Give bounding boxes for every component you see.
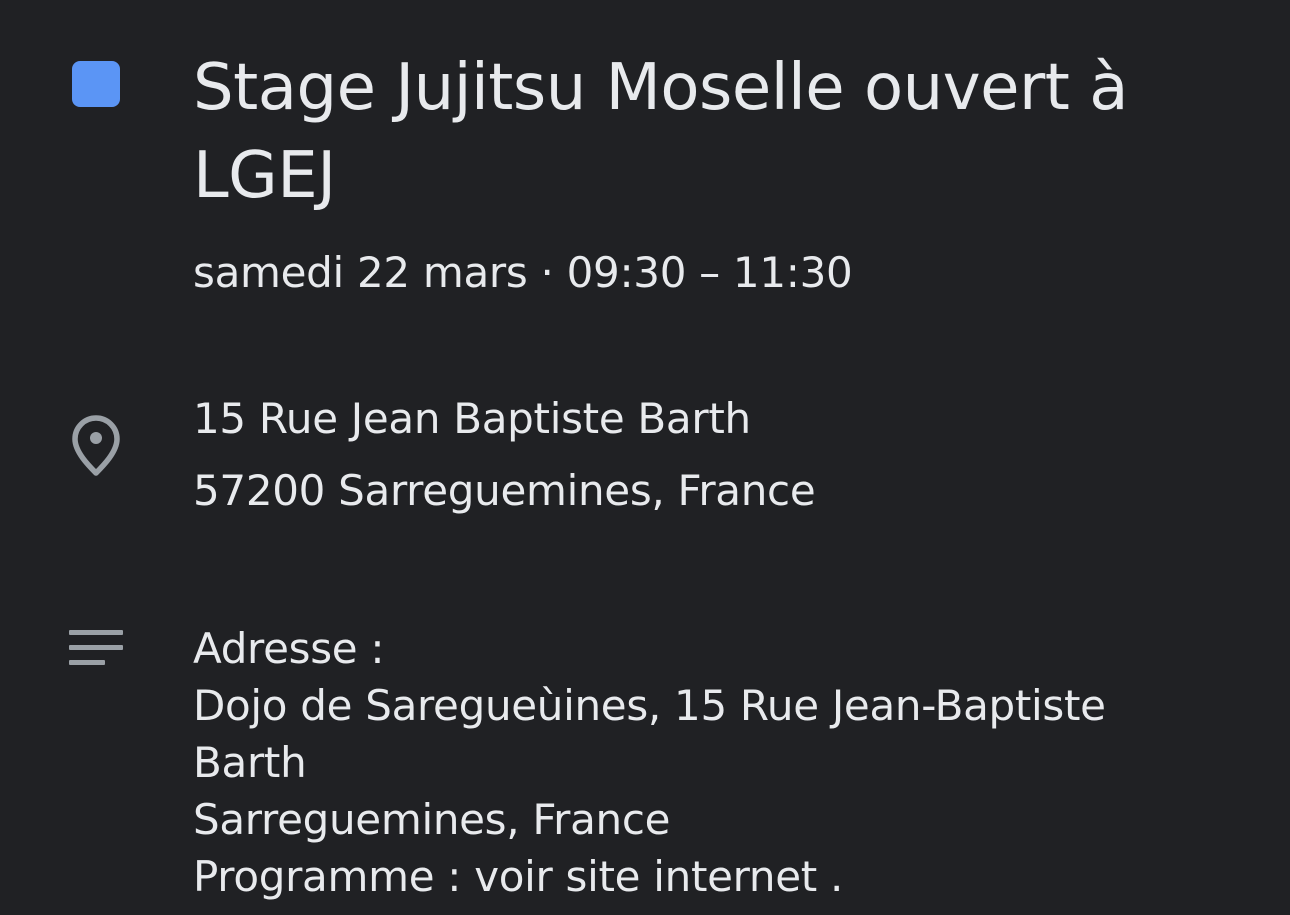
location-street: 15 Rue Jean Baptiste Barth: [193, 394, 751, 443]
description-line: Dojo de Saregueùines, 15 Rue Jean-Baptis…: [193, 681, 1106, 730]
map-pin-icon: [72, 415, 120, 476]
description-line: Sarreguemines, France: [193, 795, 671, 844]
event-description: Adresse : Dojo de Saregueùines, 15 Rue J…: [193, 620, 1263, 905]
event-datetime: samedi 22 mars · 09:30 – 11:30: [193, 248, 853, 297]
description-line: Programme : voir site internet .: [193, 852, 844, 901]
description-line: Adresse :: [193, 624, 385, 673]
description-line: Barth: [193, 738, 307, 787]
event-title: Stage Jujitsu Moselle ouvert à LGEJ: [193, 51, 1128, 213]
notes-icon: [69, 630, 123, 665]
calendar-color-chip: [72, 61, 120, 107]
event-location[interactable]: 15 Rue Jean Baptiste Barth 57200 Sarregu…: [193, 383, 816, 527]
location-city: 57200 Sarreguemines, France: [193, 466, 816, 515]
